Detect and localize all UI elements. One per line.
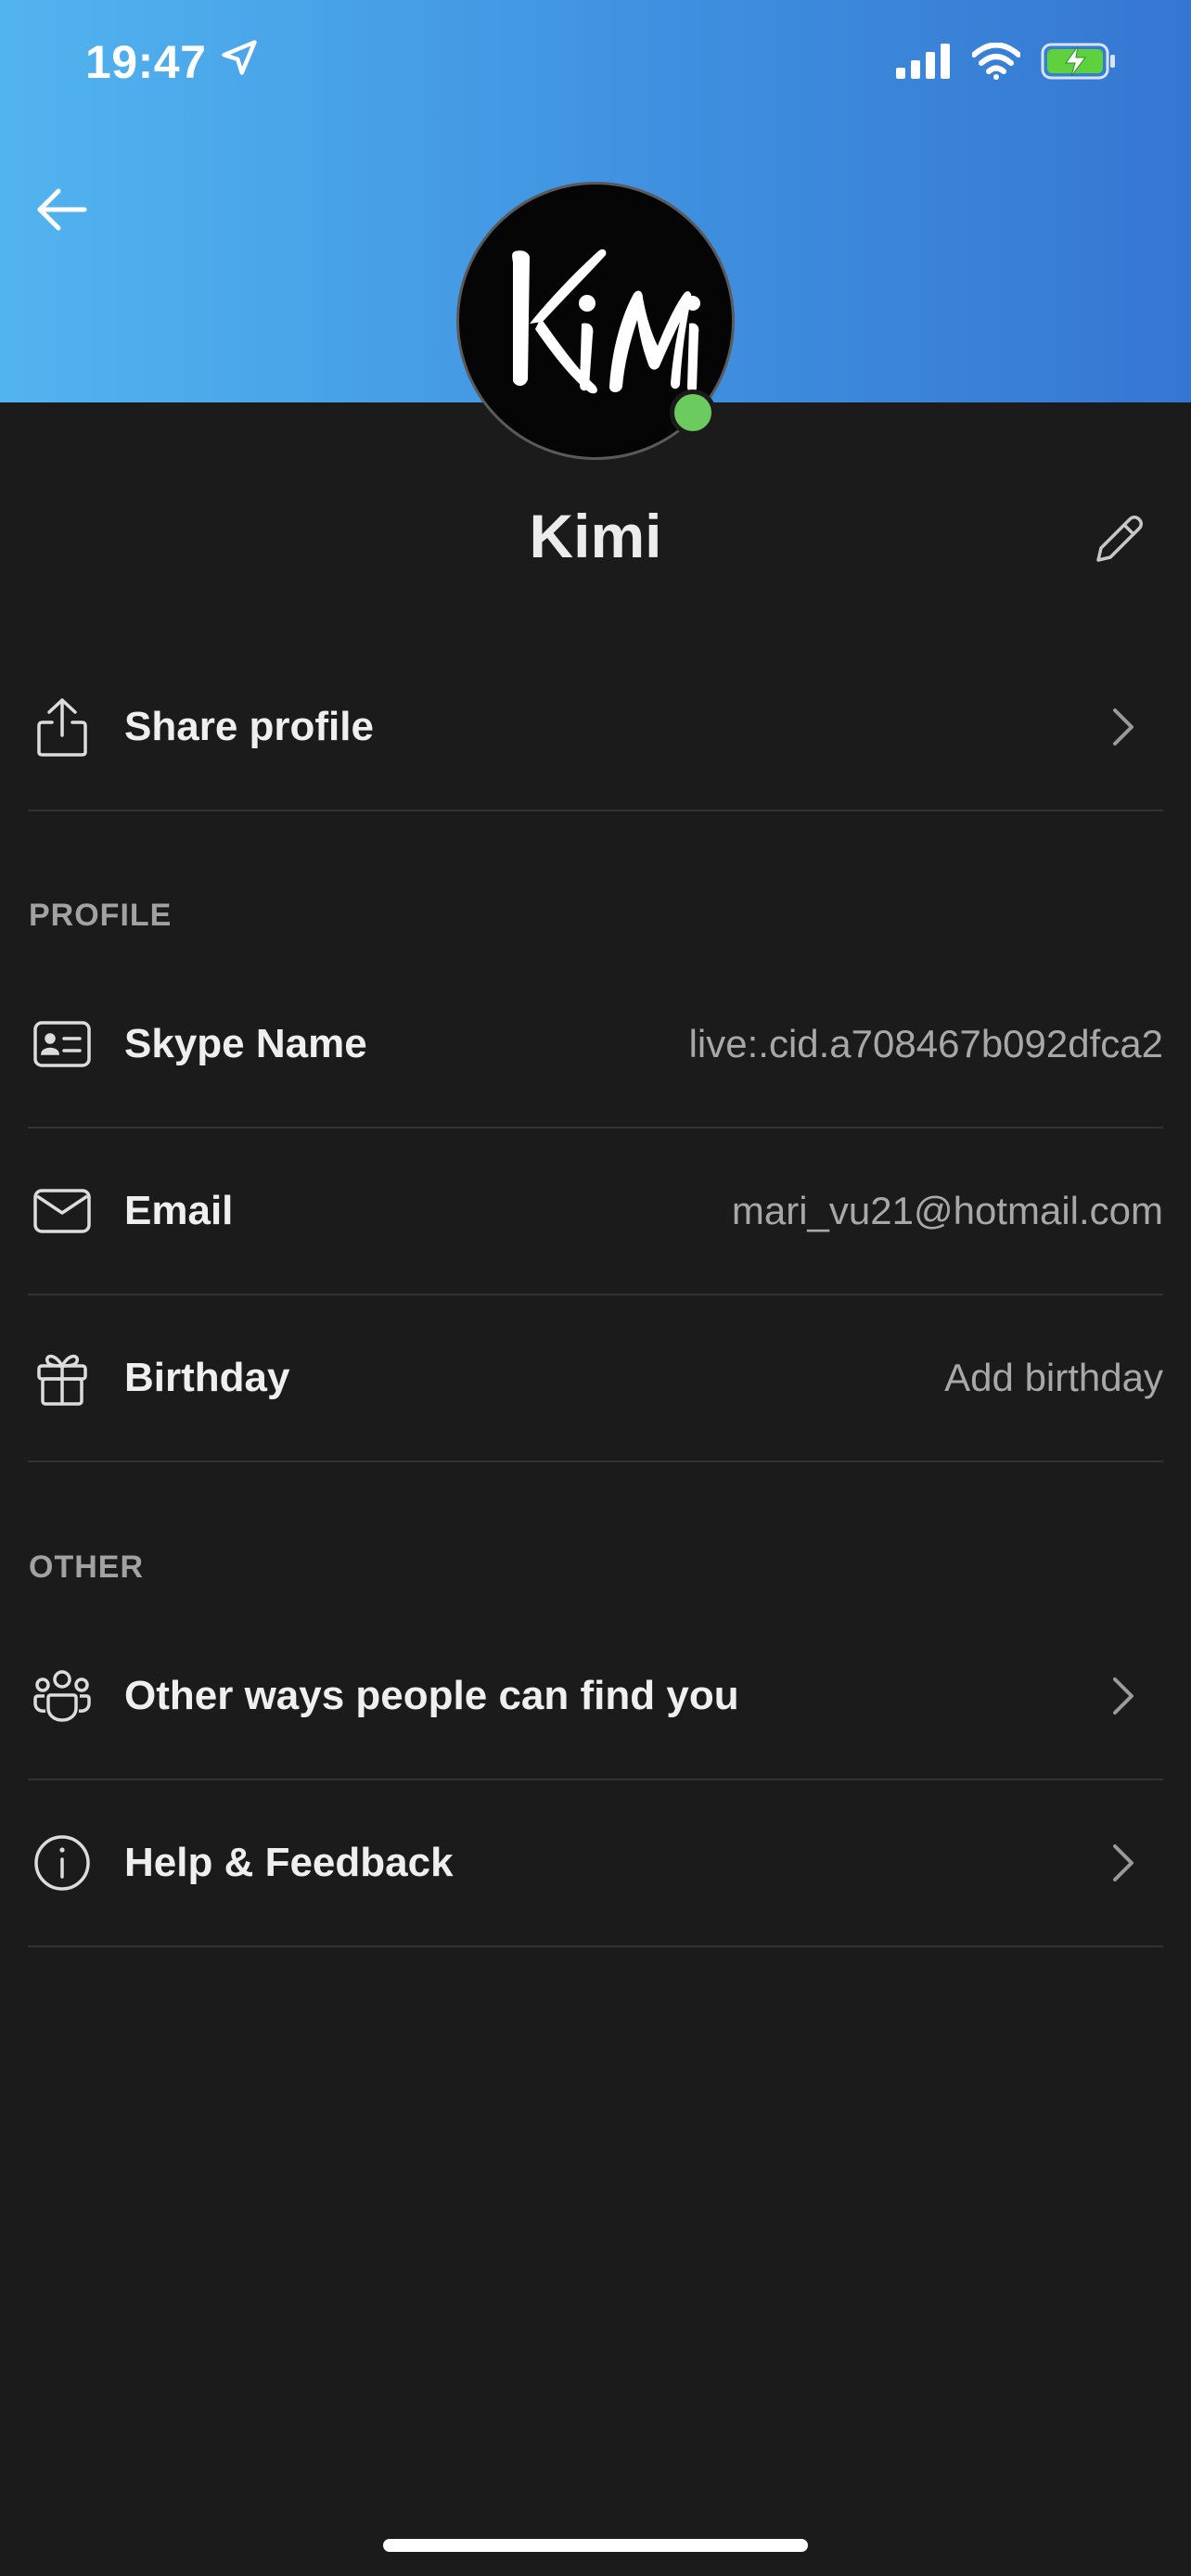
status-bar-time: 19:47: [85, 35, 260, 89]
online-status-indicator: [670, 389, 716, 436]
wifi-icon: [971, 42, 1021, 84]
battery-charging-icon: [1041, 43, 1117, 84]
email-row[interactable]: Email mari_vu21@hotmail.com: [28, 1129, 1163, 1295]
birthday-label: Birthday: [124, 1355, 290, 1400]
email-label: Email: [124, 1188, 234, 1233]
home-indicator[interactable]: [383, 2539, 808, 2552]
share-icon: [30, 695, 95, 759]
birthday-value: Add birthday: [944, 1356, 1163, 1399]
status-time-text: 19:47: [85, 36, 207, 88]
mail-icon: [30, 1179, 95, 1243]
people-group-icon: [30, 1664, 95, 1728]
email-value: mari_vu21@hotmail.com: [731, 1189, 1163, 1232]
arrow-left-icon: [34, 186, 88, 237]
info-icon: [30, 1830, 95, 1895]
share-profile-row[interactable]: Share profile: [28, 644, 1163, 811]
skype-name-value: live:.cid.a708467b092dfca2: [688, 1022, 1163, 1065]
status-bar-icons: [896, 42, 1117, 84]
chevron-right-icon: [1100, 1673, 1146, 1719]
birthday-row[interactable]: Birthday Add birthday: [28, 1295, 1163, 1462]
help-feedback-label: Help & Feedback: [124, 1840, 454, 1885]
profile-screen: 19:47 Kimi Share profile PROFILE Skype N…: [0, 0, 1191, 2576]
edit-profile-button[interactable]: [1085, 508, 1152, 575]
other-ways-find-label: Other ways people can find you: [124, 1673, 739, 1718]
cellular-signal-icon: [896, 44, 952, 83]
location-arrow-icon: [219, 35, 260, 89]
pencil-icon: [1091, 512, 1146, 572]
other-ways-find-row[interactable]: Other ways people can find you: [28, 1613, 1163, 1780]
profile-name: Kimi: [529, 502, 662, 570]
chevron-right-icon: [1100, 704, 1146, 750]
profile-section-header: PROFILE: [29, 898, 173, 933]
back-button[interactable]: [26, 176, 96, 247]
gift-icon: [30, 1345, 95, 1410]
other-section-header: OTHER: [29, 1549, 144, 1585]
help-feedback-row[interactable]: Help & Feedback: [28, 1780, 1163, 1947]
chevron-right-icon: [1100, 1840, 1146, 1886]
id-card-icon: [30, 1012, 95, 1077]
share-profile-label: Share profile: [124, 704, 374, 749]
skype-name-label: Skype Name: [124, 1021, 367, 1066]
skype-name-row[interactable]: Skype Name live:.cid.a708467b092dfca2: [28, 962, 1163, 1129]
